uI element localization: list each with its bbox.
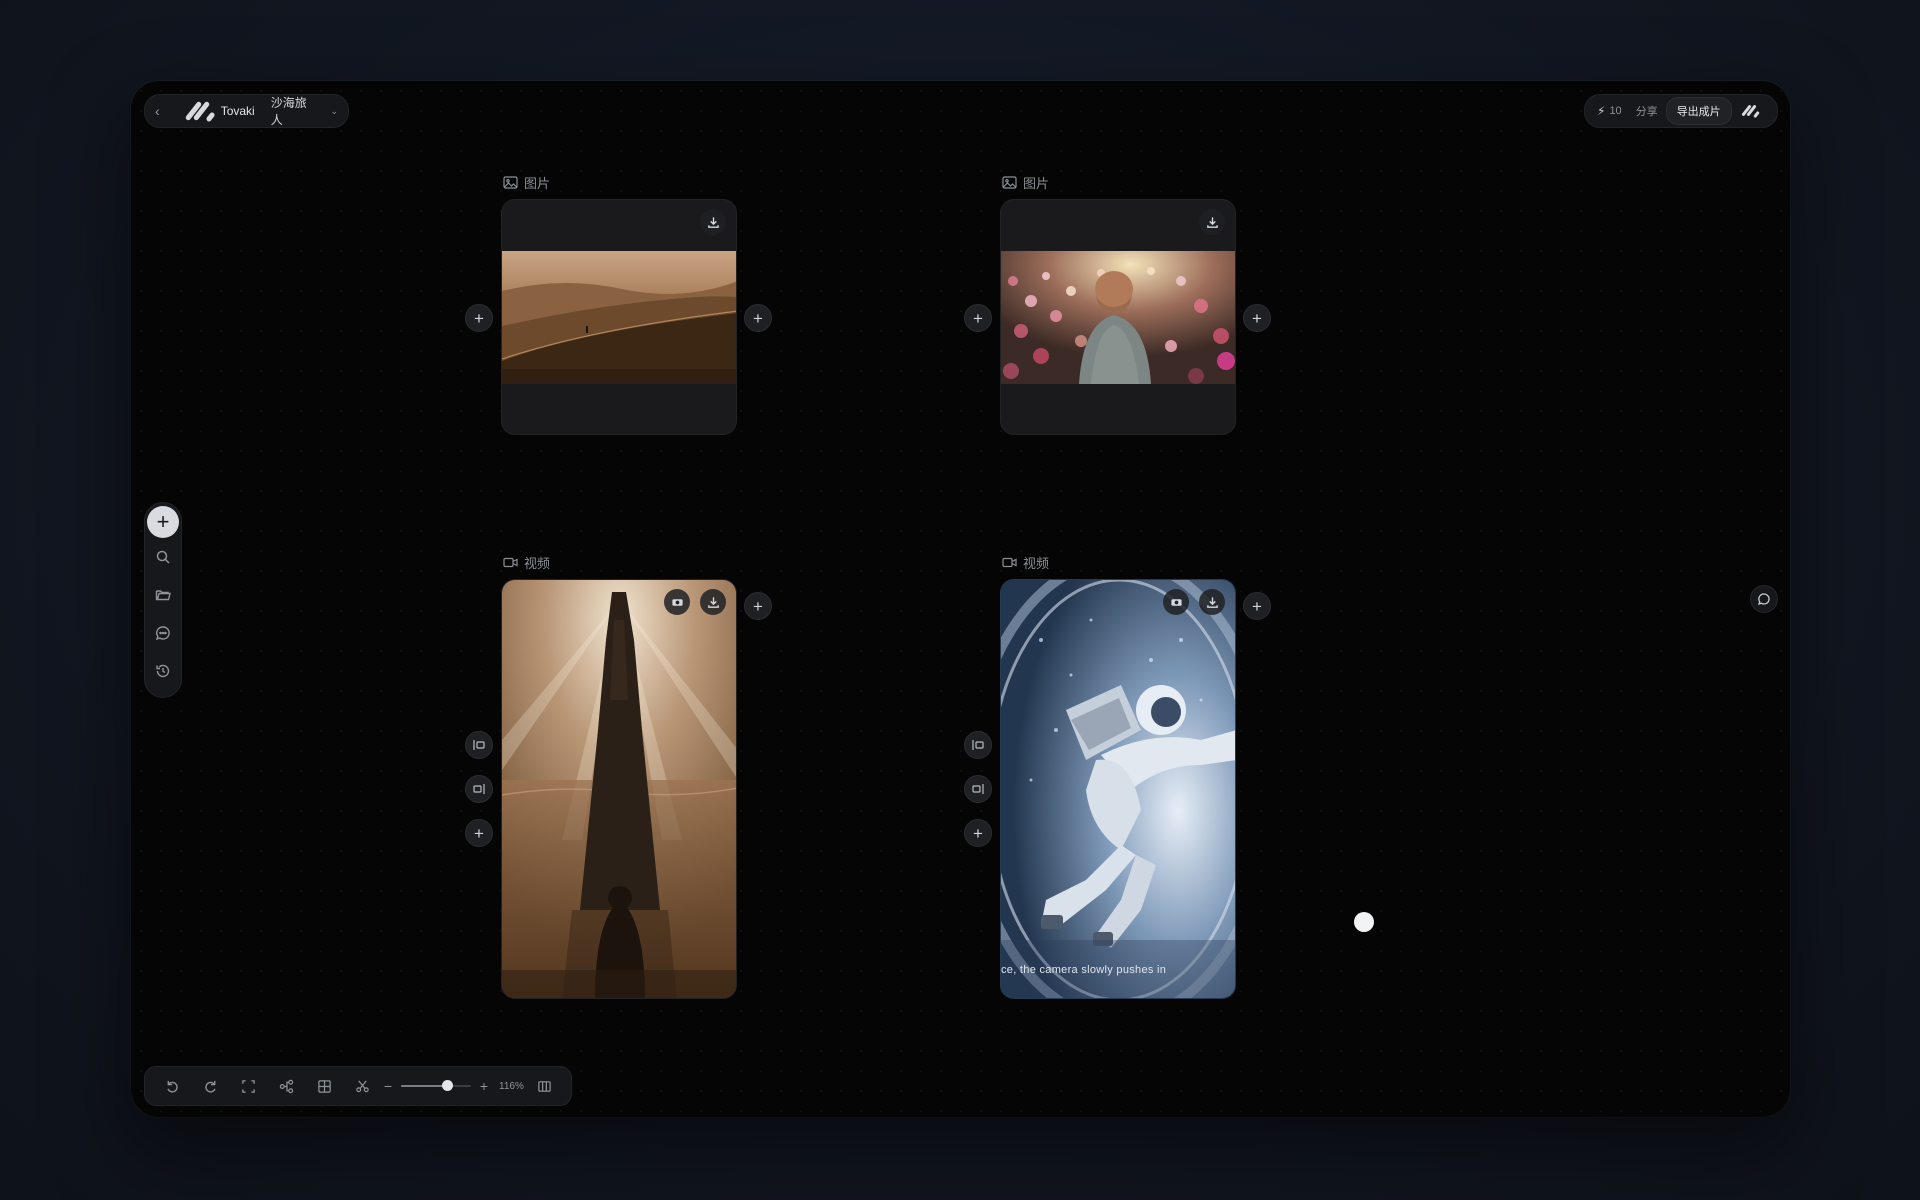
last-frame-button[interactable] bbox=[964, 775, 992, 803]
child-in-flower-field-image bbox=[1001, 251, 1235, 384]
download-icon bbox=[1206, 596, 1218, 608]
project-name[interactable]: 沙海旅人 bbox=[271, 94, 319, 128]
grid-icon[interactable] bbox=[305, 1071, 343, 1101]
download-button[interactable] bbox=[700, 589, 726, 615]
canvas-window[interactable]: ‹ Tovaki 沙海旅人 ⌄ ⚡︎ 10 分享 导出成片 + 图片 + + 图… bbox=[131, 81, 1790, 1117]
image-node-label: 图片 bbox=[503, 173, 550, 192]
download-icon bbox=[707, 216, 719, 228]
bolt-icon: ⚡︎ bbox=[1597, 104, 1606, 118]
first-frame-icon bbox=[972, 740, 984, 750]
credits-value: 10 bbox=[1609, 105, 1622, 117]
history-icon[interactable] bbox=[147, 652, 179, 690]
add-output-button[interactable]: + bbox=[744, 304, 772, 332]
left-toolbar: + bbox=[144, 502, 182, 698]
project-header: ‹ Tovaki 沙海旅人 ⌄ bbox=[144, 94, 349, 128]
zoom-slider-fill bbox=[401, 1085, 448, 1087]
desert-monolith-video-frame bbox=[502, 580, 736, 998]
video-caption: ce, the camera slowly pushes in bbox=[1001, 964, 1167, 976]
zoom-slider-thumb[interactable] bbox=[442, 1080, 454, 1091]
zoom-level: 116% bbox=[499, 1080, 524, 1092]
search-icon[interactable] bbox=[147, 538, 179, 576]
download-button[interactable] bbox=[1199, 589, 1225, 615]
back-icon[interactable]: ‹ bbox=[155, 103, 173, 119]
brand-name: Tovaki bbox=[220, 104, 255, 118]
video-node-card[interactable] bbox=[501, 579, 737, 999]
undo-icon[interactable] bbox=[153, 1071, 191, 1101]
download-button[interactable] bbox=[700, 209, 726, 235]
logo-icon bbox=[184, 100, 216, 123]
add-node-button[interactable]: + bbox=[147, 506, 179, 538]
image-icon bbox=[1002, 176, 1017, 189]
video-node-label: 视频 bbox=[1002, 553, 1049, 572]
desert-dunes-image bbox=[502, 251, 736, 384]
add-input-button[interactable]: + bbox=[465, 819, 493, 847]
astronaut-video-frame bbox=[1001, 580, 1235, 998]
header-actions: ⚡︎ 10 分享 导出成片 bbox=[1584, 94, 1778, 128]
video-node-label: 视频 bbox=[503, 553, 550, 572]
minimap-icon[interactable] bbox=[529, 1071, 559, 1101]
share-button[interactable]: 分享 bbox=[1636, 103, 1658, 119]
video-node-card-selected[interactable]: ce, the camera slowly pushes in bbox=[1000, 579, 1236, 999]
folder-icon[interactable] bbox=[147, 576, 179, 614]
video-record-icon bbox=[1170, 598, 1182, 606]
workflow-icon[interactable] bbox=[267, 1071, 305, 1101]
zoom-in-button[interactable]: + bbox=[477, 1078, 491, 1094]
chat-icon[interactable] bbox=[147, 614, 179, 652]
download-icon bbox=[707, 596, 719, 608]
video-camera-icon bbox=[503, 557, 518, 568]
download-icon bbox=[1206, 216, 1218, 228]
fullscreen-icon[interactable] bbox=[229, 1071, 267, 1101]
bottom-toolbar: − + 116% bbox=[144, 1066, 572, 1106]
add-input-button[interactable]: + bbox=[964, 819, 992, 847]
image-node-card[interactable] bbox=[501, 199, 737, 435]
logo-icon bbox=[1741, 104, 1760, 119]
first-frame-button[interactable] bbox=[465, 731, 493, 759]
image-icon bbox=[503, 176, 518, 189]
image-node-card[interactable] bbox=[1000, 199, 1236, 435]
scissors-icon[interactable] bbox=[343, 1071, 381, 1101]
credits-counter: ⚡︎ 10 bbox=[1597, 104, 1622, 118]
comment-icon bbox=[1757, 593, 1770, 606]
last-frame-icon bbox=[972, 784, 984, 794]
zoom-out-button[interactable]: − bbox=[381, 1078, 395, 1094]
add-output-button[interactable]: + bbox=[1243, 592, 1271, 620]
video-record-icon bbox=[671, 598, 683, 606]
image-node-label: 图片 bbox=[1002, 173, 1049, 192]
first-frame-button[interactable] bbox=[964, 731, 992, 759]
add-output-button[interactable]: + bbox=[1243, 304, 1271, 332]
camera-button[interactable] bbox=[1163, 589, 1189, 615]
comment-button[interactable] bbox=[1750, 585, 1778, 613]
download-button[interactable] bbox=[1199, 209, 1225, 235]
camera-button[interactable] bbox=[664, 589, 690, 615]
redo-icon[interactable] bbox=[191, 1071, 229, 1101]
first-frame-icon bbox=[473, 740, 485, 750]
last-frame-button[interactable] bbox=[465, 775, 493, 803]
video-camera-icon bbox=[1002, 557, 1017, 568]
add-input-button[interactable]: + bbox=[465, 304, 493, 332]
cursor-indicator bbox=[1354, 912, 1374, 932]
last-frame-icon bbox=[473, 784, 485, 794]
export-button[interactable]: 导出成片 bbox=[1665, 97, 1732, 125]
add-output-button[interactable]: + bbox=[744, 592, 772, 620]
zoom-slider[interactable] bbox=[401, 1079, 471, 1093]
chevron-down-icon[interactable]: ⌄ bbox=[330, 106, 338, 117]
add-input-button[interactable]: + bbox=[964, 304, 992, 332]
